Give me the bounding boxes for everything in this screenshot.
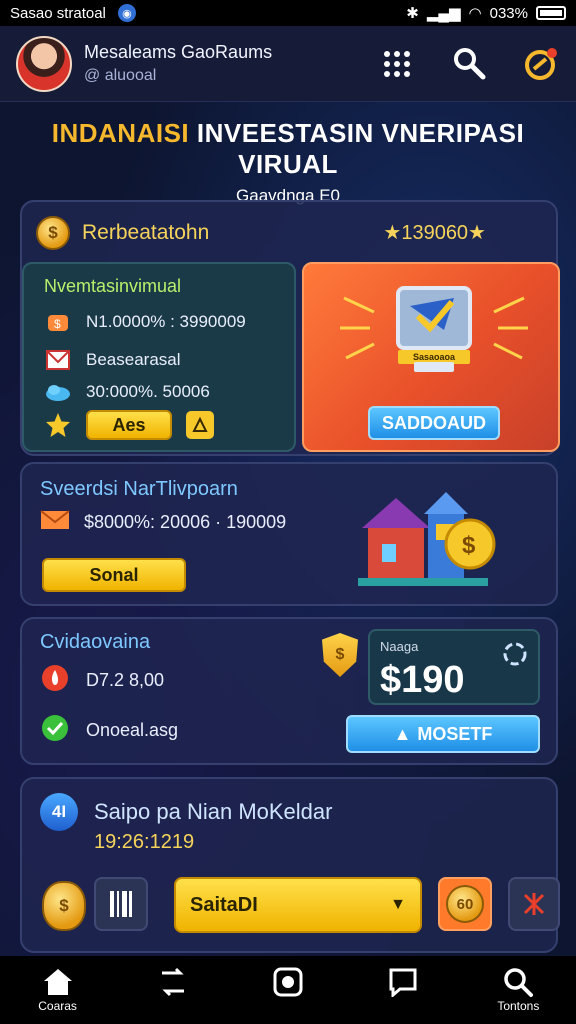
- bottom-navigation: Coaras Tontons: [0, 956, 576, 1024]
- small-action-button[interactable]: Aes: [86, 410, 172, 440]
- svg-text:$: $: [462, 532, 476, 559]
- deposit-label: MOSETF: [417, 723, 493, 744]
- select-value: SaitaDI: [190, 893, 258, 916]
- stat-row: Beasearasal: [44, 346, 181, 374]
- mail-icon: [40, 510, 70, 535]
- nav-item-home[interactable]: Coaras: [18, 967, 98, 1013]
- envelope-icon: [44, 346, 72, 374]
- barcode-icon[interactable]: [94, 877, 148, 931]
- record-icon: [273, 967, 303, 997]
- card-title: Sveerdsi NarTlivpoarn: [40, 478, 238, 500]
- upload-icon: ▲: [393, 723, 412, 744]
- home-icon: [43, 969, 72, 995]
- status-row: Onoeal.asg: [40, 713, 178, 748]
- fire-icon: [40, 663, 70, 698]
- chat-icon: [389, 968, 417, 997]
- title-rest: INVEESTASIN VNERIPASI VIRUAL: [189, 118, 525, 179]
- user-name: Mesaleams GaoRaums: [84, 42, 273, 62]
- bluetooth-icon: ✱: [406, 5, 419, 22]
- nav-item-swap[interactable]: [133, 967, 213, 1013]
- tag-icon[interactable]: [186, 411, 214, 439]
- wifi-icon: ◠: [468, 5, 482, 22]
- avatar[interactable]: [16, 35, 72, 92]
- nav-item-record[interactable]: [248, 967, 328, 1013]
- stat-value: N1.0000% : 3990009: [86, 312, 246, 331]
- date-value: 19:26:1219: [94, 831, 195, 853]
- chevron-down-icon: ▼: [390, 896, 406, 913]
- badge-60-icon: 60: [446, 885, 484, 923]
- savings-button[interactable]: Sonal: [42, 558, 186, 592]
- promo-panel: Sasaoaoa SADDOAUD: [302, 262, 560, 452]
- user-handle: @ aluooal: [84, 67, 157, 84]
- search-icon: [504, 968, 534, 997]
- refresh-icon[interactable]: [500, 639, 530, 674]
- nav-label: Coaras: [38, 999, 77, 1013]
- shield-icon: $: [322, 633, 358, 677]
- cloud-icon: [44, 378, 72, 406]
- deposit-button[interactable]: ▲ MOSETF: [346, 715, 540, 753]
- price-label: Naaga: [380, 639, 419, 654]
- page-title: INDANAISI INVEESTASIN VNERIPASI VIRUAL: [0, 118, 576, 180]
- check-icon: [40, 713, 70, 748]
- stat-row: 30:000%. 50006: [44, 378, 210, 406]
- star-icon: [44, 411, 72, 439]
- plan-select[interactable]: SaitaDI ▼: [174, 877, 422, 933]
- share-icon[interactable]: [508, 877, 560, 931]
- price-box: Naaga $190: [368, 629, 540, 705]
- balance-value: D7.2 8,00: [86, 670, 165, 690]
- status-text: Sasao stratoal: [10, 4, 106, 22]
- swap-icon: [161, 967, 184, 997]
- nav-item-chat[interactable]: [363, 967, 443, 1013]
- battery-icon: [536, 6, 566, 20]
- score-value: ★139060★: [383, 222, 486, 244]
- savings-value: $8000%: 20006 · 190009: [84, 512, 287, 532]
- schedule-card: 4I Saipo pa Nian MoKeldar 19:26:1219 $ S…: [20, 777, 560, 953]
- nav-label: Tontons: [497, 999, 540, 1013]
- notification-bell-icon[interactable]: [522, 45, 560, 83]
- search-icon[interactable]: [450, 45, 488, 83]
- price-value: $190: [380, 659, 465, 701]
- savings-card: Sveerdsi NarTlivpoarn $8000%: 20006 · 19…: [20, 462, 558, 606]
- lightbulb-coin-icon: $: [42, 881, 86, 931]
- grid-menu-icon[interactable]: [378, 45, 416, 83]
- gold-coin-icon: $: [36, 216, 70, 250]
- status-value: Onoeal.asg: [86, 720, 179, 740]
- user-info: Mesaleams GaoRaums @ aluooal: [84, 42, 272, 85]
- controls-row: $ SaitaDI ▼ 60: [36, 877, 560, 937]
- savings-row: $8000%: 20006 · 190009: [40, 510, 286, 535]
- promo-action-button[interactable]: SADDOAUD: [368, 406, 500, 440]
- house-illustration-icon: $: [358, 492, 496, 586]
- balance-row: D7.2 8,00: [40, 663, 164, 698]
- monitor-icon: [396, 286, 472, 350]
- nav-item-search[interactable]: Tontons: [478, 967, 558, 1013]
- svg-text:$: $: [54, 317, 61, 331]
- virtual-investment-panel: Nvemtasinvimual $ N1.0000% : 3990009 Bea…: [22, 262, 296, 452]
- money-bag-icon: $: [44, 308, 72, 336]
- card-title: Saipo pa Nian MoKeldar: [94, 799, 333, 824]
- balance-card: Cvidaovaina D7.2 8,00 Onoeal.asg $ Naaga…: [20, 617, 558, 765]
- battery-percent: 033%: [489, 4, 528, 22]
- status-bar: Sasao stratoal ◉ ✱ ▂▄▆ ◠ 033%: [0, 0, 576, 26]
- app-header: Mesaleams GaoRaums @ aluooal: [0, 26, 576, 102]
- notification-badge-icon: ◉: [117, 4, 136, 22]
- card-label: Rerbeatatohn: [82, 221, 210, 244]
- investment-card: $ Rerbeatatohn ★139060★ Nvemtasinvimual …: [20, 200, 560, 456]
- card-title: Cvidaovaina: [40, 631, 151, 653]
- badge-icon: 4I: [40, 793, 78, 831]
- stat-row: $ N1.0000% : 3990009: [44, 308, 246, 336]
- panel-title: Nvemtasinvimual: [44, 276, 182, 296]
- stat-value: 30:000%. 50006: [86, 382, 210, 401]
- action-row: Aes: [44, 410, 214, 440]
- stat-value: Beasearasal: [86, 350, 181, 369]
- title-accent: INDANAISI: [51, 118, 190, 148]
- badge-60-tile[interactable]: 60: [438, 877, 492, 931]
- signal-icon: ▂▄▆: [426, 5, 461, 22]
- page-title-block: INDANAISI INVEESTASIN VNERIPASI VIRUAL G…: [0, 118, 576, 206]
- monitor-stand: [414, 362, 454, 372]
